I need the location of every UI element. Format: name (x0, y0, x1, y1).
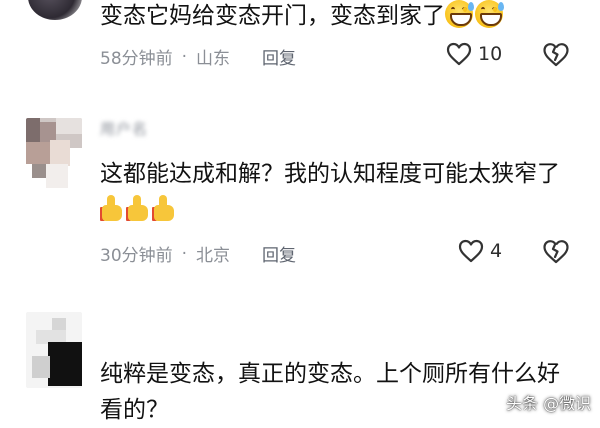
grinning-sweat-emoji (445, 0, 474, 28)
comment-location: 山东 (196, 49, 231, 69)
comment-time: 58分钟前 (100, 49, 173, 69)
comment-time: 30分钟前 (100, 246, 173, 266)
like-button[interactable]: 4 (458, 239, 502, 263)
avatar[interactable] (26, 312, 82, 388)
heart-icon (446, 42, 472, 66)
like-button[interactable]: 10 (446, 42, 502, 66)
thumbs-up-emoji (100, 194, 124, 222)
broken-heart-icon[interactable] (542, 42, 570, 68)
comment-meta: 58分钟前 · 山东 回复 (100, 44, 296, 70)
comment-location: 北京 (196, 246, 231, 266)
username[interactable]: 用户名 (100, 118, 148, 139)
avatar[interactable] (26, 118, 82, 190)
heart-icon (458, 239, 484, 263)
broken-heart-icon[interactable] (542, 239, 570, 265)
watermark: 头条 @微识 (506, 394, 592, 413)
comment-text: 纯粹是变态，真正的变态。上个厕所有什么好看的？ (100, 361, 560, 423)
comment-text: 变态它妈给变态开门，变态到家了 (100, 0, 570, 34)
comment-meta: 30分钟前 · 北京 回复 (100, 241, 296, 267)
reply-button[interactable]: 回复 (262, 44, 296, 69)
separator: · (181, 46, 188, 67)
grinning-sweat-emoji (475, 0, 504, 28)
like-count: 4 (490, 240, 503, 262)
separator: · (181, 243, 188, 264)
avatar[interactable] (28, 0, 82, 20)
like-count: 10 (478, 43, 503, 65)
thumbs-up-emoji (152, 194, 176, 222)
reply-button[interactable]: 回复 (262, 241, 296, 266)
thumbs-up-emoji (126, 194, 150, 222)
comment-text: 这都能达成和解？我的认知程度可能太狭窄了 (100, 156, 570, 228)
